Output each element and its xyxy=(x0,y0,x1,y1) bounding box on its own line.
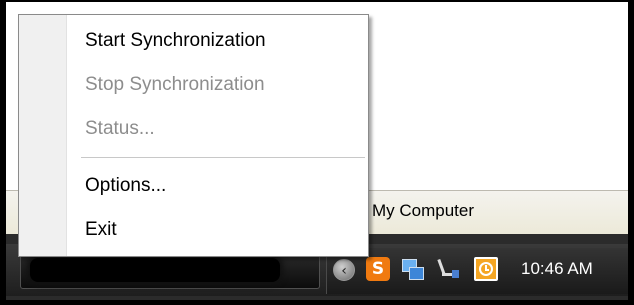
menu-item-options[interactable]: Options... xyxy=(85,175,166,197)
menu-icon-gutter xyxy=(19,15,67,256)
menu-item-status[interactable]: Status... xyxy=(85,118,155,140)
tray-clock[interactable]: 10:46 AM xyxy=(521,259,593,279)
screen: My Computer ‹ S 10:46 AM Start Synchroni… xyxy=(0,0,634,305)
menu-item-exit[interactable]: Exit xyxy=(85,219,117,241)
show-hidden-icons-button[interactable]: ‹ xyxy=(333,259,355,281)
frame-border-bottom xyxy=(0,300,634,305)
context-menu: Start Synchronization Stop Synchronizati… xyxy=(18,14,369,257)
network-icon[interactable] xyxy=(400,257,424,281)
menu-separator xyxy=(81,157,365,159)
frame-border-top xyxy=(0,0,634,2)
my-computer-item[interactable]: My Computer xyxy=(372,201,474,221)
cable-icon[interactable] xyxy=(436,257,460,281)
menu-item-start-synchronization[interactable]: Start Synchronization xyxy=(85,30,266,52)
redacted-taskbar-label xyxy=(30,258,280,282)
clock-app-icon[interactable] xyxy=(474,257,498,281)
menu-item-stop-synchronization[interactable]: Stop Synchronization xyxy=(85,74,265,96)
frame-border-right xyxy=(628,0,634,305)
frame-border-left xyxy=(0,0,6,305)
network-monitor-front xyxy=(409,267,424,280)
sync-app-icon[interactable]: S xyxy=(366,257,390,281)
